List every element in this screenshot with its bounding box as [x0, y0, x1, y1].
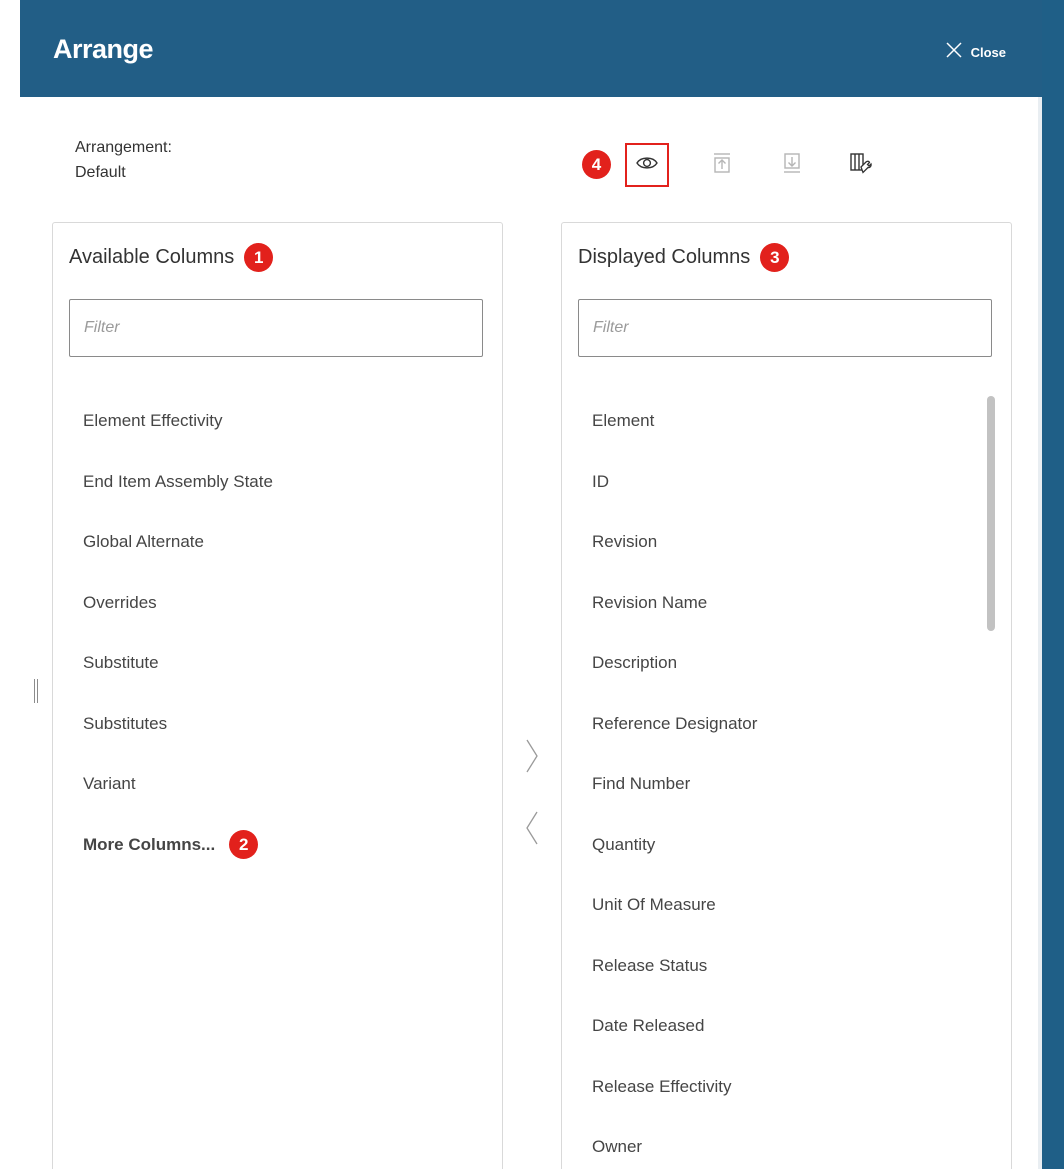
toggle-visibility-button[interactable]: [625, 143, 669, 187]
more-columns-link[interactable]: More Columns...: [83, 835, 215, 855]
list-item[interactable]: Substitute: [69, 633, 469, 694]
arrange-page: Arrange Close Arrangement: Default 4 Ava…: [0, 0, 1064, 1169]
list-item[interactable]: Variant: [69, 754, 469, 815]
displayed-scrollbar[interactable]: [985, 391, 995, 1169]
list-item[interactable]: Date Released: [578, 996, 978, 1057]
available-columns-list: Element Effectivity End Item Assembly St…: [69, 391, 469, 875]
arrange-toolbar: 4: [580, 142, 920, 188]
callout-badge-3: 3: [760, 243, 790, 272]
callout-badge-2: 2: [229, 830, 259, 860]
list-item[interactable]: Unit Of Measure: [578, 875, 978, 936]
column-settings-icon: [848, 151, 872, 180]
available-columns-header: Available Columns 1: [69, 243, 274, 272]
list-item[interactable]: Find Number: [578, 754, 978, 815]
displayed-columns-title: Displayed Columns: [578, 246, 751, 268]
available-columns-panel: Available Columns 1 Element Effectivity …: [52, 222, 503, 1169]
list-item[interactable]: End Item Assembly State: [69, 452, 469, 513]
more-columns-row: More Columns... 2: [69, 815, 469, 876]
right-edge-bar: [1042, 0, 1064, 1169]
left-gutter: [0, 0, 20, 1169]
list-item[interactable]: Substitutes: [69, 694, 469, 755]
list-item[interactable]: Overrides: [69, 573, 469, 634]
splitter-handle[interactable]: [32, 678, 40, 704]
move-to-bottom-icon: [782, 152, 802, 179]
list-item[interactable]: Reference Designator: [578, 694, 978, 755]
scrollbar-thumb[interactable]: [987, 396, 995, 631]
callout-badge-1: 1: [244, 243, 274, 272]
displayed-columns-panel: Displayed Columns 3 Element ID Revision …: [561, 222, 1012, 1169]
add-column-button[interactable]: [520, 738, 544, 778]
move-to-bottom-button[interactable]: [770, 143, 814, 187]
displayed-filter-field[interactable]: [578, 299, 992, 357]
list-item[interactable]: Owner: [578, 1117, 978, 1169]
callout-badge-4: 4: [582, 150, 611, 179]
close-icon: [945, 41, 963, 64]
list-item[interactable]: Global Alternate: [69, 512, 469, 573]
arrangement-info: Arrangement: Default: [75, 135, 172, 185]
chevron-left-icon: [525, 810, 539, 851]
list-item[interactable]: Release Status: [578, 936, 978, 997]
arrangement-value: Default: [75, 164, 126, 181]
eye-icon: [636, 155, 658, 176]
list-item[interactable]: Revision Name: [578, 573, 978, 634]
remove-column-button[interactable]: [520, 810, 544, 850]
arrangement-label: Arrangement:: [75, 139, 172, 156]
available-filter-field[interactable]: [69, 299, 483, 357]
list-item[interactable]: Revision: [578, 512, 978, 573]
move-to-top-button[interactable]: [700, 143, 744, 187]
list-item[interactable]: Description: [578, 633, 978, 694]
displayed-columns-header: Displayed Columns 3: [578, 243, 790, 272]
move-to-top-icon: [712, 152, 732, 179]
list-item[interactable]: Quantity: [578, 815, 978, 876]
chevron-right-icon: [525, 738, 539, 779]
list-item[interactable]: Element: [578, 391, 978, 452]
panel-header: Arrange Close: [20, 0, 1042, 97]
displayed-columns-list: Element ID Revision Revision Name Descri…: [578, 391, 978, 1169]
panel-title: Arrange: [53, 34, 154, 64]
available-columns-title: Available Columns: [69, 246, 235, 268]
displayed-filter-input[interactable]: [579, 300, 991, 356]
available-filter-input[interactable]: [70, 300, 482, 356]
column-settings-button[interactable]: [838, 143, 882, 187]
list-item[interactable]: ID: [578, 452, 978, 513]
close-label: Close: [970, 45, 1006, 60]
list-item[interactable]: Element Effectivity: [69, 391, 469, 452]
close-button[interactable]: Close: [945, 41, 1006, 64]
list-item[interactable]: Release Effectivity: [578, 1057, 978, 1118]
